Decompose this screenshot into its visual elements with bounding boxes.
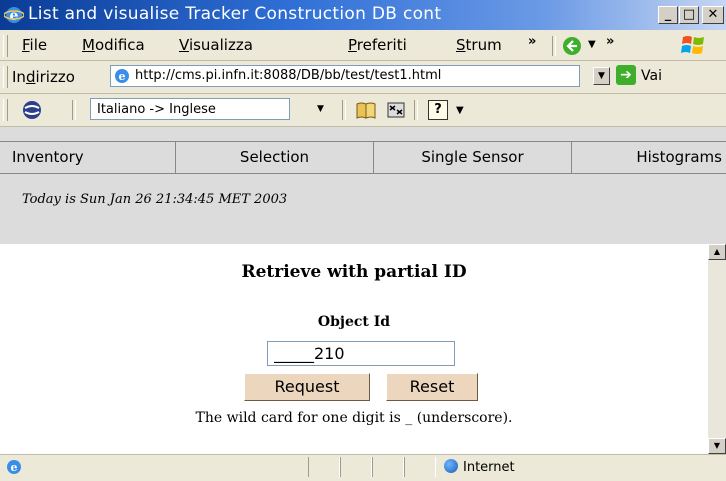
links-separator bbox=[72, 100, 76, 120]
menu-file-rest: ile bbox=[29, 36, 48, 54]
menu-strumenti[interactable]: Strum bbox=[456, 36, 502, 54]
page-heading: Retrieve with partial ID bbox=[241, 262, 467, 282]
go-label[interactable]: Vai bbox=[641, 68, 662, 84]
page-icon: e bbox=[115, 69, 129, 83]
address-input[interactable]: e http://cms.pi.infn.it:8088/DB/bb/test/… bbox=[110, 65, 580, 87]
status-bar: e Internet bbox=[0, 454, 726, 481]
security-zone: Internet bbox=[444, 459, 515, 475]
tab-histograms[interactable]: Histograms bbox=[572, 142, 726, 173]
status-pane-4 bbox=[404, 457, 436, 477]
nav-tabs: Inventory Selection Single Sensor Histog… bbox=[0, 141, 726, 174]
page-content: Inventory Selection Single Sensor Histog… bbox=[0, 127, 726, 454]
status-page-icon: e bbox=[7, 460, 21, 474]
menu-modifica-rest: odifica bbox=[94, 36, 145, 54]
address-label-pre: In bbox=[12, 68, 26, 86]
address-url: http://cms.pi.infn.it:8088/DB/bb/test/te… bbox=[135, 68, 442, 83]
address-dropdown-icon[interactable]: ▼ bbox=[593, 67, 610, 85]
menu-preferiti-rest: referiti bbox=[356, 36, 407, 54]
status-pane-1 bbox=[308, 457, 340, 477]
menu-preferiti-accel: P bbox=[348, 36, 357, 54]
dictionary-icon[interactable] bbox=[386, 101, 406, 119]
toolbar-overflow-chevron[interactable]: » bbox=[606, 34, 614, 49]
menu-file-accel: F bbox=[22, 36, 30, 54]
translator-select[interactable]: Italiano -> Inglese bbox=[90, 98, 290, 120]
links-bar: Italiano -> Inglese ▼ ? ▼ bbox=[0, 94, 726, 127]
status-pane-2 bbox=[340, 457, 372, 477]
object-id-input[interactable] bbox=[267, 341, 455, 366]
maximize-button[interactable]: □ bbox=[679, 6, 699, 24]
menu-bar: File Modifica Visualizza Preferiti Strum… bbox=[0, 30, 726, 61]
help-icon[interactable]: ? bbox=[428, 100, 448, 120]
address-bar: Indirizzo e http://cms.pi.infn.it:8088/D… bbox=[0, 61, 726, 94]
menu-preferiti[interactable]: Preferiti bbox=[348, 36, 407, 54]
menu-separator bbox=[552, 36, 556, 56]
menu-strumenti-accel: S bbox=[456, 36, 466, 54]
toolbar-grip[interactable] bbox=[3, 35, 8, 57]
back-icon[interactable] bbox=[562, 36, 582, 56]
internet-globe-icon bbox=[444, 459, 458, 473]
vertical-scrollbar[interactable]: ▲ ▼ bbox=[708, 244, 726, 454]
links-separator-3 bbox=[414, 100, 418, 120]
menu-strumenti-rest: trum bbox=[465, 36, 502, 54]
tab-inventory[interactable]: Inventory bbox=[0, 142, 176, 173]
close-button[interactable]: ✕ bbox=[702, 6, 724, 24]
date-text: Today is Sun Jan 26 21:34:45 MET 2003 bbox=[22, 192, 288, 207]
menu-modifica-accel: M bbox=[82, 36, 95, 54]
menu-visualizza[interactable]: Visualizza bbox=[179, 36, 253, 54]
zone-label: Internet bbox=[463, 460, 515, 475]
translator-value: Italiano -> Inglese bbox=[97, 102, 216, 117]
svg-text:e: e bbox=[11, 461, 18, 474]
window-title: List and visualise Tracker Construction … bbox=[28, 4, 442, 24]
menu-modifica[interactable]: Modifica bbox=[82, 36, 145, 54]
tab-single-sensor[interactable]: Single Sensor bbox=[374, 142, 572, 173]
help-dropdown-icon[interactable]: ▼ bbox=[456, 105, 464, 116]
top-band bbox=[0, 127, 726, 141]
address-grip[interactable] bbox=[3, 66, 8, 88]
translator-dropdown-icon[interactable]: ▼ bbox=[312, 101, 329, 119]
svg-text:e: e bbox=[119, 70, 126, 83]
translator-globe-icon[interactable] bbox=[22, 100, 42, 120]
title-bar: e List and visualise Tracker Constructio… bbox=[0, 0, 726, 30]
menu-visualizza-rest: isualizza bbox=[188, 36, 253, 54]
back-dropdown-icon[interactable]: ▼ bbox=[588, 39, 596, 50]
wildcard-hint: The wild card for one digit is _ (unders… bbox=[195, 410, 513, 426]
go-arrow-icon[interactable]: ➔ bbox=[616, 65, 636, 85]
date-banner: Today is Sun Jan 26 21:34:45 MET 2003 bbox=[0, 174, 726, 244]
status-pane-3 bbox=[372, 457, 404, 477]
reset-button[interactable]: Reset bbox=[386, 373, 478, 401]
scroll-up-icon[interactable]: ▲ bbox=[708, 244, 726, 260]
menu-visualizza-accel: V bbox=[179, 36, 189, 54]
minimize-button[interactable]: _ bbox=[658, 6, 678, 24]
scroll-down-icon[interactable]: ▼ bbox=[708, 438, 726, 454]
book-icon[interactable] bbox=[356, 101, 376, 119]
windows-logo-icon bbox=[681, 36, 704, 54]
tab-selection[interactable]: Selection bbox=[176, 142, 374, 173]
links-grip[interactable] bbox=[3, 99, 8, 121]
links-separator-2 bbox=[342, 100, 346, 120]
ie-icon: e bbox=[4, 7, 24, 24]
menu-file[interactable]: File bbox=[22, 36, 47, 54]
address-label-post: irizzo bbox=[35, 68, 75, 86]
address-label: Indirizzo bbox=[12, 68, 75, 86]
object-id-label: Object Id bbox=[317, 314, 391, 330]
menu-overflow-chevron[interactable]: » bbox=[528, 34, 536, 49]
request-button[interactable]: Request bbox=[244, 373, 370, 401]
